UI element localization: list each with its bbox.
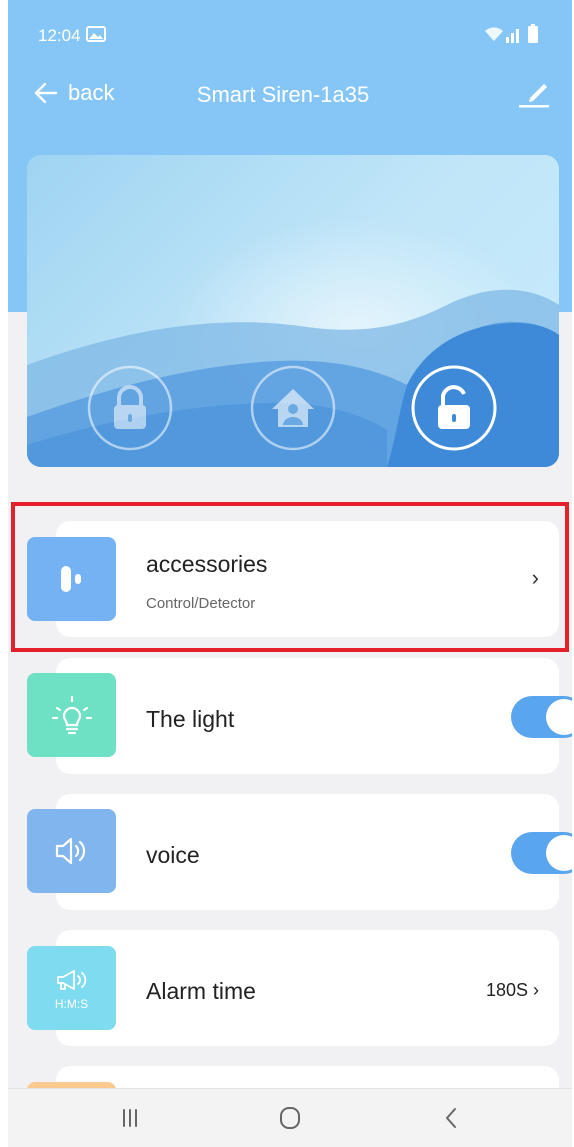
toggle-knob — [546, 835, 572, 871]
accessories-label: accessories — [146, 551, 268, 577]
accessories-tile — [27, 537, 116, 621]
accessories-row[interactable]: accessories Control/Detector › — [56, 521, 559, 637]
disarm-mode-button[interactable] — [411, 365, 497, 451]
chevron-right-icon: › — [531, 565, 539, 590]
door-sensor-icon — [60, 566, 81, 592]
gallery-icon — [86, 26, 106, 42]
back-chevron-icon — [446, 1108, 456, 1128]
device-mode-panel — [27, 155, 559, 467]
alarm-time-value: 180S › — [485, 980, 539, 1000]
light-tile — [27, 673, 116, 757]
page-title: Smart Siren-1a35 — [196, 82, 370, 107]
voice-row: voice — [56, 794, 572, 910]
home-person-icon — [250, 365, 336, 451]
status-bar: 12:04 — [8, 22, 572, 52]
signal-icon — [506, 29, 519, 43]
toggle-knob — [546, 699, 572, 735]
voice-label: voice — [146, 842, 200, 868]
app-screen: 12:04 back Smart Siren-1a35 accessories … — [8, 0, 572, 1147]
recent-apps-button[interactable] — [110, 1101, 150, 1135]
back-button[interactable]: back — [34, 78, 114, 108]
accessories-sublabel: Control/Detector — [146, 595, 256, 612]
alarm-time-tile: H:M:S — [27, 946, 116, 1030]
speaker-icon — [55, 837, 85, 865]
system-nav-bar — [8, 1088, 572, 1147]
wifi-icon — [485, 27, 503, 41]
megaphone-icon — [56, 970, 86, 990]
status-time: 12:04 — [38, 26, 81, 45]
edit-icon[interactable] — [516, 76, 550, 110]
voice-tile — [27, 809, 116, 893]
back-label: back — [68, 80, 115, 105]
app-bar: back Smart Siren-1a35 — [8, 72, 572, 116]
light-toggle[interactable] — [511, 696, 572, 738]
back-arrow-icon — [34, 82, 58, 104]
home-circle-icon — [280, 1107, 300, 1129]
home-button[interactable] — [270, 1101, 310, 1135]
bulb-icon — [51, 695, 92, 735]
alarm-tile-text: H:M:S — [54, 997, 89, 1011]
arm-mode-button[interactable] — [87, 365, 173, 451]
home-mode-button[interactable] — [250, 365, 336, 451]
recent-apps-icon — [123, 1109, 137, 1127]
battery-icon — [528, 24, 538, 43]
lock-icon — [87, 365, 173, 451]
alarm-time-label: Alarm time — [146, 978, 256, 1004]
unlock-icon — [411, 365, 497, 451]
light-row: The light — [56, 658, 572, 774]
alarm-time-row[interactable]: Alarm time 180S › — [56, 930, 559, 1046]
voice-toggle[interactable] — [511, 832, 572, 874]
back-nav-button[interactable] — [432, 1101, 472, 1135]
light-label: The light — [146, 706, 235, 732]
